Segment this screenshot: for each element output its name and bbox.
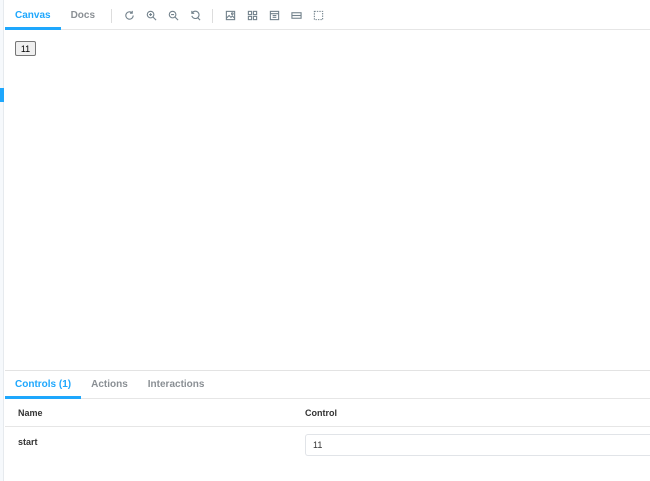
counter-button[interactable]: 11 <box>15 41 36 56</box>
column-header-name: Name <box>18 408 43 418</box>
tab-docs[interactable]: Docs <box>61 2 105 29</box>
controls-table-header: Name Control <box>5 399 650 427</box>
reset-zoom-icon[interactable] <box>184 2 206 29</box>
grid-icon[interactable] <box>241 2 263 29</box>
story-canvas: 11 <box>5 31 650 370</box>
background-icon[interactable] <box>219 2 241 29</box>
resize-handle[interactable] <box>0 88 4 102</box>
column-header-control: Control <box>305 408 337 418</box>
table-row: start <box>5 428 650 481</box>
addons-panel: Controls (1) Actions Interactions Name C… <box>5 370 650 481</box>
left-sidebar-strip <box>0 0 4 481</box>
zoom-out-icon[interactable] <box>162 2 184 29</box>
viewport-icon[interactable] <box>263 2 285 29</box>
arg-name-label: start <box>18 437 38 447</box>
zoom-in-icon[interactable] <box>140 2 162 29</box>
preview-toolbar: Canvas Docs <box>5 2 650 30</box>
toolbar-divider <box>212 8 214 23</box>
measure-icon[interactable] <box>285 2 307 29</box>
toolbar-divider <box>111 8 113 23</box>
tab-canvas[interactable]: Canvas <box>5 2 61 30</box>
tab-actions[interactable]: Actions <box>81 371 138 398</box>
reload-icon[interactable] <box>118 2 140 29</box>
tab-interactions[interactable]: Interactions <box>138 371 215 398</box>
addons-tabbar: Controls (1) Actions Interactions <box>5 371 650 399</box>
start-number-input[interactable] <box>305 434 650 456</box>
tab-controls[interactable]: Controls (1) <box>5 371 82 399</box>
outline-icon[interactable] <box>307 2 329 29</box>
